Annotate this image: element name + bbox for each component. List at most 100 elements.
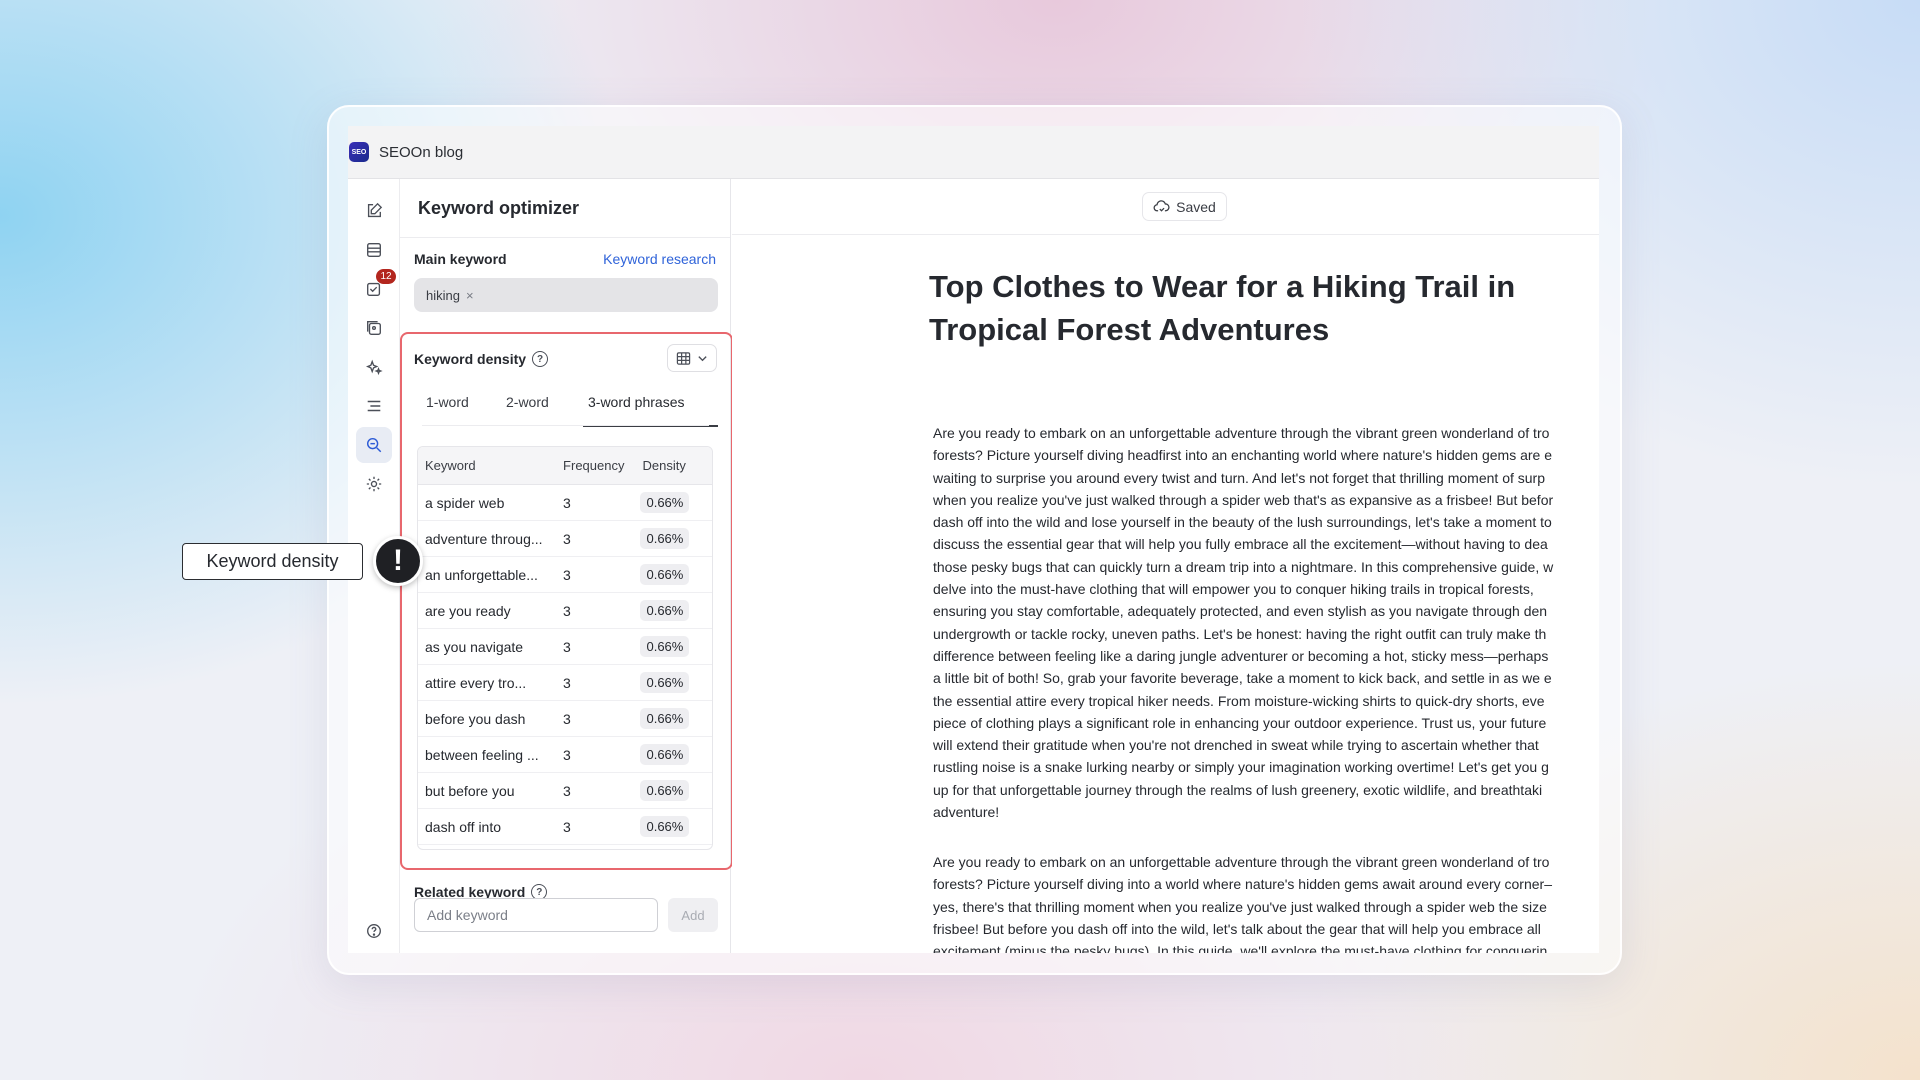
keyword-density-heading: Keyword density ?	[414, 351, 549, 367]
keyword-cell: attire every tro...	[425, 674, 527, 691]
table-row[interactable]: dash off into 3 0.66%	[418, 809, 712, 845]
question-icon[interactable]: ?	[532, 351, 549, 367]
keyword-research-link[interactable]: Keyword research	[603, 251, 716, 267]
paragraph-line: adventure!	[933, 804, 1000, 821]
editor-toolbar: Saved	[732, 179, 1599, 235]
checklist-icon[interactable]: 12	[356, 269, 396, 307]
paragraph-line: excitement (minus the pesky bugs). In th…	[933, 943, 1548, 953]
table-view-dropdown[interactable]	[667, 344, 717, 372]
add-keyword-input[interactable]	[414, 898, 658, 932]
sparkle-icon[interactable]	[356, 349, 392, 385]
frequency-cell: 3	[563, 494, 571, 511]
notification-badge: 12	[376, 269, 396, 284]
keyword-cell: as you navigate	[425, 638, 524, 655]
keyword-density-table: Keyword Frequency Density a spider web 3 0…	[417, 446, 713, 850]
outline-icon[interactable]	[356, 388, 392, 424]
paragraph-line: dash off into the wild and lose yourself…	[933, 514, 1552, 531]
tab-1-word[interactable]: 1-word	[426, 394, 469, 410]
body-paragraph[interactable]: Are you ready to embark on an unforgetta…	[933, 422, 1599, 823]
paragraph-line: forests? Picture yourself diving into a …	[933, 876, 1552, 893]
image-icon[interactable]	[356, 310, 392, 346]
table-row[interactable]: before you dash 3 0.66%	[418, 701, 712, 737]
title-line: Top Clothes to Wear for a Hiking Trail i…	[929, 269, 1516, 304]
table-row[interactable]: between feeling ... 3 0.66%	[418, 737, 712, 773]
frequency-cell: 3	[563, 710, 571, 727]
list-layout-icon[interactable]	[356, 232, 392, 268]
frequency-cell: 3	[563, 530, 571, 547]
paragraph-line: delve into the must-have clothing that w…	[933, 581, 1534, 598]
table-row[interactable]: a spider web 3 0.66%	[418, 485, 712, 521]
frequency-cell: 3	[563, 782, 571, 799]
table-row[interactable]: attire every tro... 3 0.66%	[418, 665, 712, 701]
table-row[interactable]: but before you 3 0.66%	[418, 773, 712, 809]
paragraph-line: ensuring you stay comfortable, adequatel…	[933, 603, 1548, 620]
help-icon[interactable]	[356, 913, 392, 949]
tab-3-word-phrases[interactable]: 3-word phrases	[588, 394, 685, 410]
saved-status: Saved	[1142, 192, 1227, 221]
table-row[interactable]: are you ready 3 0.66%	[418, 593, 712, 629]
tabs-divider	[422, 425, 709, 426]
main-keyword-field[interactable]: hiking ×	[414, 278, 718, 312]
paragraph-line: up for that unforgettable journey throug…	[933, 781, 1543, 798]
keyword-chip: hiking ×	[426, 288, 474, 303]
frequency-cell: 3	[563, 746, 571, 763]
paragraph-line: discuss the essential gear that will hel…	[933, 536, 1548, 553]
paragraph-line: when you realize you've just walked thro…	[933, 491, 1554, 508]
paragraph-line: Are you ready to embark on an unforgetta…	[933, 425, 1550, 441]
body-paragraph[interactable]: Are you ready to embark on an unforgetta…	[933, 851, 1599, 953]
keyword-cell: an unforgettable...	[425, 566, 538, 583]
paragraph-line: frisbee! But before you dash off into th…	[933, 920, 1541, 937]
tab-2-word[interactable]: 2-word	[506, 394, 549, 410]
paragraph-line: waiting to surprise you around every twi…	[933, 469, 1545, 486]
paragraph-line: a little bit of both! So, grab your favo…	[933, 670, 1552, 687]
app-logo: SEO	[349, 142, 369, 162]
keyword-search-icon[interactable]	[356, 427, 392, 463]
table-icon	[676, 351, 691, 365]
column-frequency[interactable]: Frequency	[561, 458, 642, 473]
paragraph-line: will extend their gratitude when you're …	[933, 737, 1539, 754]
chip-remove-icon[interactable]: ×	[466, 288, 474, 303]
frequency-cell: 3	[563, 566, 571, 583]
chevron-down-icon	[698, 355, 707, 361]
table-row[interactable]: an unforgettable... 3 0.66%	[418, 557, 712, 593]
keyword-density-section: Keyword density ? 1-word 2-word 3-word p…	[400, 332, 733, 870]
keyword-chip-label: hiking	[426, 287, 460, 303]
table-row[interactable]: as you navigate 3 0.66%	[418, 629, 712, 665]
paragraph-line: forests? Picture yourself diving headfir…	[933, 447, 1553, 464]
settings-gear-icon[interactable]	[356, 466, 392, 502]
keyword-cell: dash off into	[425, 818, 502, 835]
cloud-check-icon	[1153, 200, 1170, 212]
main-keyword-label: Main keyword	[414, 251, 507, 267]
divider	[400, 237, 730, 238]
add-keyword-button[interactable]: Add	[668, 898, 718, 932]
density-cell: 0.66%	[640, 600, 690, 621]
paragraph-line: piece of clothing plays a significant ro…	[933, 714, 1547, 731]
table-row[interactable]: adventure throug... 3 0.66%	[418, 521, 712, 557]
app-window: SEO SEOOn blog 12 Keyword optimizer Main…	[348, 126, 1599, 953]
paragraph-line: undergrowth or tackle rocky, uneven path…	[933, 625, 1547, 642]
edit-icon[interactable]	[356, 193, 392, 229]
column-density[interactable]: Density	[642, 458, 712, 473]
title-bar: SEO SEOOn blog	[348, 126, 1599, 179]
paragraph-line: rustling noise is a snake lurking nearby…	[933, 759, 1549, 776]
paragraph-line: Are you ready to embark on an unforgetta…	[933, 854, 1550, 870]
keyword-cell: between feeling ...	[425, 746, 539, 763]
column-keyword[interactable]: Keyword	[418, 458, 561, 473]
title-line: Tropical Forest Adventures	[929, 312, 1330, 347]
keyword-cell: but before you	[425, 782, 515, 799]
alert-exclamation-icon: !	[373, 536, 423, 586]
density-cell: 0.66%	[640, 672, 690, 693]
frequency-cell: 3	[563, 602, 571, 619]
density-cell: 0.66%	[640, 528, 690, 549]
paragraph-line: difference between feeling like a daring…	[933, 647, 1549, 664]
density-cell: 0.66%	[640, 708, 690, 729]
keyword-density-callout: Keyword density	[182, 543, 363, 580]
document-editor: Saved Top Clothes to Wear for a Hiking T…	[732, 179, 1599, 953]
ngram-tabs: 1-word 2-word 3-word phrases	[422, 384, 718, 427]
document-title[interactable]: Top Clothes to Wear for a Hiking Trail i…	[929, 265, 1599, 351]
app-title: SEOOn blog	[379, 143, 464, 161]
density-cell: 0.66%	[640, 564, 690, 585]
frequency-cell: 3	[563, 818, 571, 835]
density-cell: 0.66%	[640, 816, 690, 837]
paragraph-line: the essential attire every tropical hike…	[933, 692, 1545, 709]
